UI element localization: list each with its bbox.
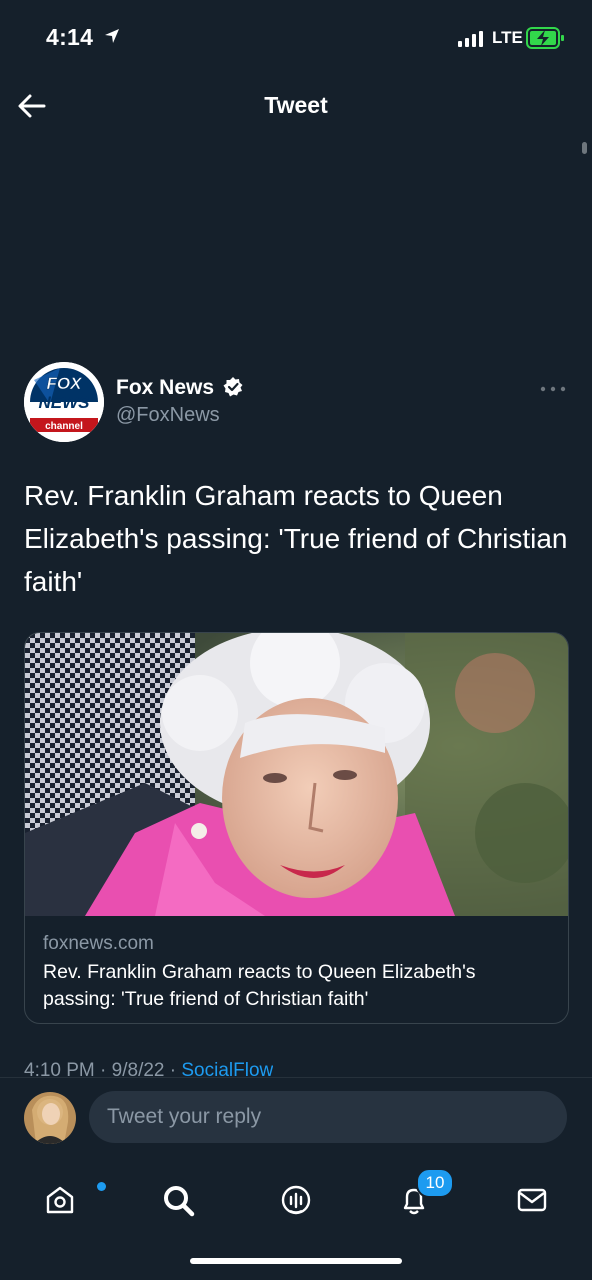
status-time: 4:14 [46, 24, 94, 50]
svg-text:NEWS: NEWS [39, 393, 91, 412]
verified-badge-icon [222, 376, 244, 403]
notification-count-badge: 10 [416, 1168, 454, 1198]
more-options-button[interactable] [540, 380, 566, 398]
tweet-date: 9/8/22 [111, 1060, 165, 1077]
tweet-time: 4:10 PM [24, 1060, 95, 1077]
svg-text:channel: channel [45, 421, 83, 432]
tweet-text: Rev. Franklin Graham reacts to Queen Eli… [24, 480, 568, 597]
user-avatar[interactable] [24, 1092, 76, 1144]
carrier-label: LTE [492, 28, 523, 47]
reply-bar [0, 1077, 592, 1158]
home-icon [46, 1186, 74, 1214]
unread-dot [97, 1182, 106, 1191]
meta-separator: · [100, 1060, 107, 1077]
tab-messages[interactable] [502, 1172, 562, 1232]
meta-separator: · [169, 1060, 177, 1077]
svg-text:FOX: FOX [47, 374, 84, 393]
card-domain: foxnews.com [43, 933, 154, 954]
location-arrow-icon [104, 28, 120, 49]
card-image [25, 633, 568, 916]
mail-icon [517, 1188, 547, 1212]
signal-icon [458, 31, 484, 52]
scroll-indicator [582, 142, 587, 154]
home-indicator [190, 1258, 402, 1264]
status-bar: 4:14 LTE [0, 0, 592, 76]
more-dots-icon [540, 386, 566, 392]
battery-charging-icon [526, 27, 566, 54]
author-name[interactable]: Fox News [116, 376, 214, 400]
tweet-meta: 4:10 PM · 9/8/22 · SocialFlow [24, 1060, 273, 1077]
tab-home[interactable] [30, 1172, 106, 1232]
author-avatar[interactable]: FOX NEWS channel [24, 362, 104, 442]
page-title: Tweet [264, 92, 328, 118]
spaces-icon [281, 1185, 311, 1215]
search-icon [164, 1186, 195, 1217]
author-handle[interactable]: @FoxNews [116, 404, 220, 427]
card-title: Rev. Franklin Graham reacts to Queen Eli… [43, 961, 476, 1010]
link-card[interactable]: foxnews.com Rev. Franklin Graham reacts … [24, 632, 569, 1024]
tab-search[interactable] [148, 1172, 208, 1232]
tab-spaces[interactable] [266, 1172, 326, 1232]
reply-input[interactable] [89, 1091, 567, 1143]
tweet-source-link[interactable]: SocialFlow [181, 1060, 273, 1077]
